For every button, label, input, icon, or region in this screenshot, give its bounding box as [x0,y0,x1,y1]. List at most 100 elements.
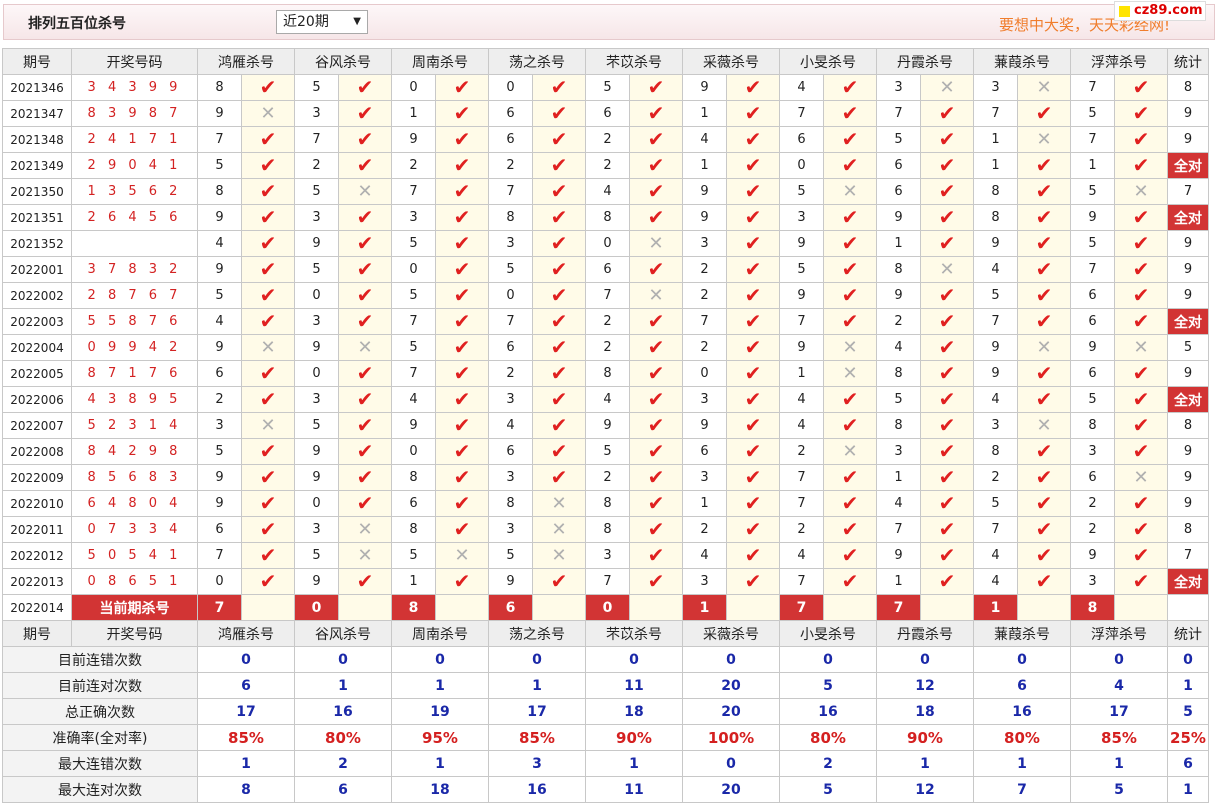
check-icon: ✔ [453,153,471,177]
kill-number-cell: 2 [779,438,824,465]
header-expert-9: 浮萍杀号 [1070,48,1168,75]
check-icon: ✔ [1035,465,1053,489]
current-kill-number: 6 [488,594,533,621]
check-icon: ✔ [1132,153,1150,177]
kill-number-cell: 9 [682,412,727,439]
check-icon: ✔ [550,101,568,125]
result-cell: ✔ [1017,464,1071,491]
current-kill-blank [241,594,295,621]
kill-number-cell: 8 [488,204,533,231]
result-cell: ✔ [629,516,683,543]
kill-number-cell: 1 [779,360,824,387]
kill-number-cell: 2 [585,126,630,153]
result-cell: ✕ [1114,464,1168,491]
kill-number-cell: 1 [391,568,436,595]
stat-cell: 全对 [1167,152,1209,179]
kill-number-cell: 7 [1070,126,1115,153]
check-icon: ✔ [453,283,471,307]
check-icon: ✔ [259,231,277,255]
kill-number-cell: 9 [1070,204,1115,231]
summary-value: 16 [294,698,392,725]
kill-number-cell: 1 [682,152,727,179]
kill-number-cell: 9 [876,542,921,569]
table-row: 2022012 5 0 5 4 1 7 ✔ 5 ✕ 5 ✕ 5 ✕ 3 ✔ 4 ✔ 4 ✔ 9 ✔ 4 ✔ 9 ✔ 7 [2,542,1209,569]
result-cell: ✔ [920,438,974,465]
current-kill-blank [1114,594,1168,621]
cross-icon: ✕ [551,492,567,514]
kill-number-cell: 5 [1070,178,1115,205]
header-expert-8: 蒹葭杀号 [973,48,1071,75]
summary-value: 85% [197,724,295,751]
summary-value: 80% [294,724,392,751]
result-cell: ✔ [338,152,392,179]
check-icon: ✔ [453,413,471,437]
current-period-row: 2022014 当前期杀号 7 0 8 6 0 1 7 7 1 8 [2,594,1209,621]
check-icon: ✔ [259,465,277,489]
result-cell: ✔ [435,334,489,361]
kill-number-cell: 4 [682,542,727,569]
result-cell: ✔ [629,256,683,283]
result-cell: ✔ [920,126,974,153]
summary-row: 目前连对次数 6 1 1 1 11 20 5 12 6 4 1 [2,672,1209,699]
result-cell: ✕ [920,74,974,101]
check-icon: ✔ [744,309,762,333]
check-icon: ✔ [1035,387,1053,411]
kill-number-cell: 0 [585,230,630,257]
period-cell: 2022010 [2,490,72,517]
result-cell: ✔ [726,178,780,205]
summary-value: 5 [779,776,877,803]
stat-cell: 9 [1167,100,1209,127]
top-bar: 排列五百位杀号 近20期 ▼ 要想中大奖，天天彩经网! [3,4,1215,40]
logo-text: cz89.com [1134,3,1203,18]
header-draw: 开奖号码 [71,620,198,647]
result-cell: ✔ [629,308,683,335]
kill-number-cell: 1 [973,152,1018,179]
summary-value: 0 [294,646,392,673]
period-cell: 2022006 [2,386,72,413]
check-icon: ✔ [1035,283,1053,307]
result-cell: ✔ [241,152,295,179]
check-icon: ✔ [550,231,568,255]
check-icon: ✔ [1132,101,1150,125]
table-row: 2022005 8 7 1 7 6 6 ✔ 0 ✔ 7 ✔ 2 ✔ 8 ✔ 0 ✔ 1 ✕ 8 ✔ 9 ✔ 6 ✔ 9 [2,360,1209,387]
kill-number-cell: 1 [682,100,727,127]
check-icon: ✔ [1132,231,1150,255]
result-cell: ✕ [241,412,295,439]
kill-number-cell: 8 [876,256,921,283]
cross-icon: ✕ [1036,414,1052,436]
result-cell: ✔ [726,360,780,387]
kill-number-cell: 8 [197,178,242,205]
site-logo[interactable]: cz89.com [1114,1,1206,21]
check-icon: ✔ [259,153,277,177]
summary-value: 0 [197,646,295,673]
kill-number-cell: 7 [197,126,242,153]
result-cell: ✔ [920,100,974,127]
period-range-select[interactable]: 近20期 ▼ [276,10,368,34]
result-cell: ✔ [726,386,780,413]
kill-number-cell: 4 [973,386,1018,413]
check-icon: ✔ [938,517,956,541]
kill-number-cell: 3 [682,464,727,491]
result-cell: ✔ [241,126,295,153]
kill-number-cell: 9 [197,334,242,361]
result-cell: ✔ [338,126,392,153]
check-icon: ✔ [938,491,956,515]
result-cell: ✔ [823,308,877,335]
result-cell: ✔ [1114,412,1168,439]
period-range-value: 近20期 [283,14,329,30]
result-cell: ✕ [1114,334,1168,361]
cross-icon: ✕ [842,336,858,358]
kill-number-cell: 5 [294,542,339,569]
result-cell: ✔ [726,568,780,595]
summary-label: 目前连对次数 [2,672,198,699]
current-kill-blank [532,594,586,621]
draw-number-cell: 8 5 6 8 3 [71,464,198,491]
kill-number-cell: 4 [876,490,921,517]
period-cell: 2022007 [2,412,72,439]
kill-number-cell: 1 [876,464,921,491]
table-row: 2021346 3 4 3 9 9 8 ✔ 5 ✔ 0 ✔ 0 ✔ 5 ✔ 9 ✔ 4 ✔ 3 ✕ 3 ✕ 7 ✔ 8 [2,74,1209,101]
header-expert-5: 采薇杀号 [682,48,780,75]
summary-stat: 1 [1167,672,1209,699]
check-icon: ✔ [1132,387,1150,411]
draw-number-cell: 0 8 6 5 1 [71,568,198,595]
